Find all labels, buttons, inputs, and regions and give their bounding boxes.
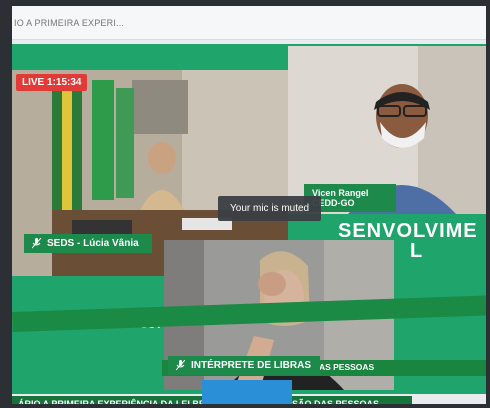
participant-name: Vicen Rangel CEDD-GO	[312, 188, 369, 208]
participant-name: INTÉRPRETE DE LIBRAS	[191, 360, 312, 371]
video-stage: SENVOLVIME L GOV	[12, 44, 486, 404]
page-header: IO A PRIMEIRA EXPERI...	[12, 6, 486, 40]
mic-muted-icon	[31, 237, 42, 249]
participant-name: SEDS - Lúcia Vânia	[47, 238, 139, 249]
blue-panel	[202, 380, 292, 404]
participant-label-seds: SEDS - Lúcia Vânia	[24, 234, 152, 253]
participant-label-libras: INTÉRPRETE DE LIBRAS	[168, 356, 320, 375]
screen: IO A PRIMEIRA EXPERI... SENVOLVIME L GOV	[12, 6, 486, 404]
live-badge: LIVE 1:15:34	[16, 74, 88, 91]
background-headline-line2: L	[410, 240, 423, 262]
mic-muted-icon	[175, 359, 186, 371]
mic-muted-toast: Your mic is muted	[218, 196, 322, 221]
page-title: IO A PRIMEIRA EXPERI...	[14, 18, 125, 28]
